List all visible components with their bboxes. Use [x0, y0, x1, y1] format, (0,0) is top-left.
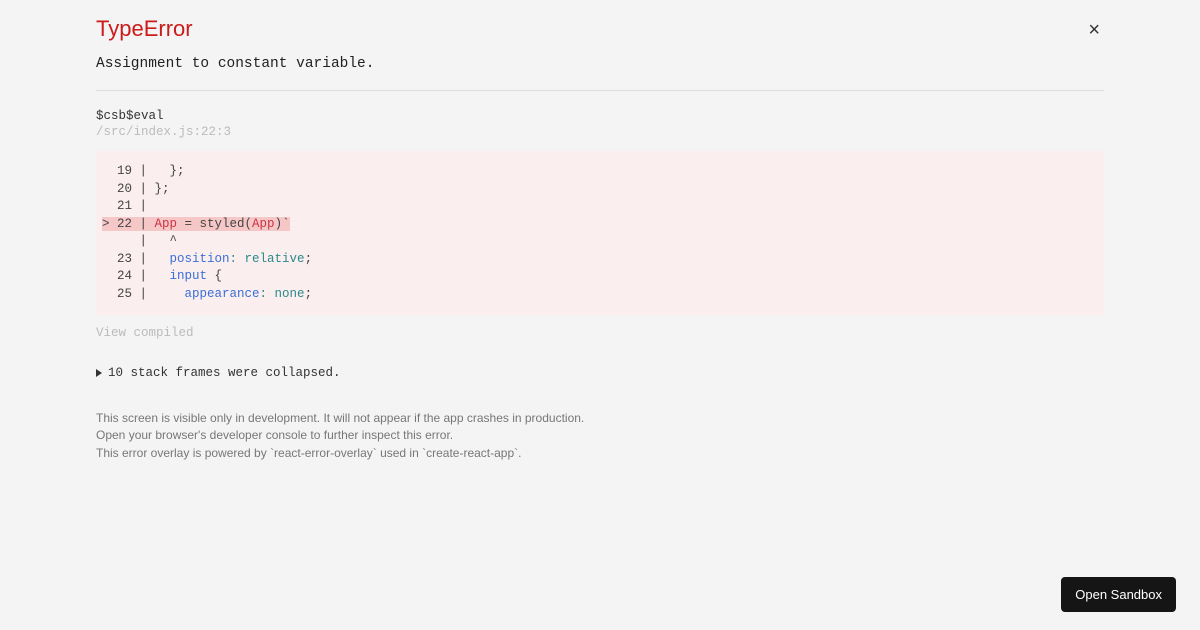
error-message: Assignment to constant variable. — [96, 56, 1104, 72]
highlight: > 22 | App = styled(App)` — [102, 217, 290, 231]
footer-text: This screen is visible only in developme… — [96, 410, 1104, 462]
collapsed-frames-toggle[interactable]: 10 stack frames were collapsed. — [96, 366, 1104, 380]
code-line: 25 | appearance: none; — [102, 286, 1098, 304]
footer-line: Open your browser's developer console to… — [96, 427, 1104, 444]
view-compiled-link[interactable]: View compiled — [96, 326, 194, 340]
footer-line: This screen is visible only in developme… — [96, 410, 1104, 427]
code-line: 23 | position: relative; — [102, 251, 1098, 269]
stack-function: $csb$eval — [96, 109, 1104, 123]
code-frame: 19 | }; 20 | }; 21 | > 22 | App = styled… — [96, 151, 1104, 315]
expand-triangle-icon — [96, 369, 102, 377]
code-line: 19 | }; — [102, 163, 1098, 181]
code-caret: | ^ — [102, 233, 1098, 251]
code-line: 20 | }; — [102, 181, 1098, 199]
error-overlay: TypeError × Assignment to constant varia… — [0, 0, 1200, 462]
divider — [96, 90, 1104, 91]
code-line: 24 | input { — [102, 268, 1098, 286]
stack-location: /src/index.js:22:3 — [96, 125, 1104, 139]
code-line: 21 | — [102, 198, 1098, 216]
error-title: TypeError — [96, 16, 193, 42]
open-sandbox-button[interactable]: Open Sandbox — [1061, 577, 1176, 612]
header-row: TypeError × — [96, 16, 1104, 56]
close-icon[interactable]: × — [1084, 16, 1104, 44]
code-line-error: > 22 | App = styled(App)` — [102, 216, 1098, 234]
footer-line: This error overlay is powered by `react-… — [96, 445, 1104, 462]
collapsed-frames-label: 10 stack frames were collapsed. — [108, 366, 341, 380]
